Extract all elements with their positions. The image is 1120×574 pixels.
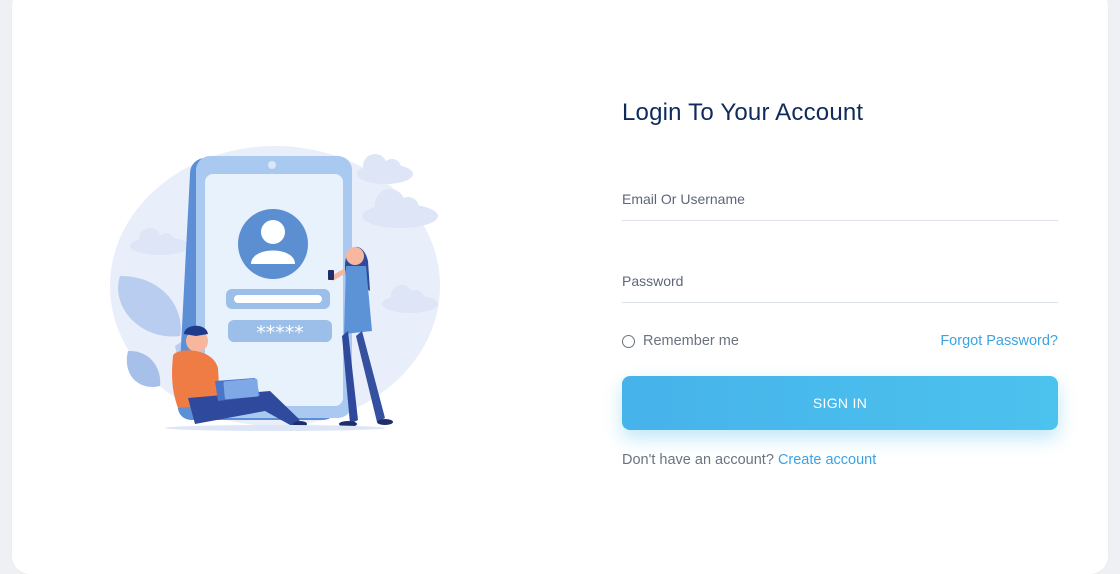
login-form: Login To Your Account Remember me Forgot…: [622, 96, 1058, 468]
remember-me[interactable]: Remember me: [622, 333, 739, 349]
remember-me-radio[interactable]: [622, 334, 635, 348]
password-field-wrapper: [622, 266, 1058, 303]
options-row: Remember me Forgot Password?: [622, 331, 1058, 351]
password-mask: *****: [256, 322, 304, 344]
email-field-wrapper: [622, 184, 1058, 221]
email-field[interactable]: [622, 184, 1058, 214]
sign-in-button[interactable]: SIGN IN: [622, 376, 1058, 430]
create-account-link[interactable]: Create account: [778, 452, 876, 468]
forgot-password-link[interactable]: Forgot Password?: [940, 333, 1058, 349]
no-account-text: Don't have an account?: [622, 452, 774, 468]
remember-me-label: Remember me: [643, 333, 739, 349]
signup-prompt: Don't have an account? Create account: [622, 452, 1058, 468]
login-illustration: *****: [110, 146, 440, 431]
page-title: Login To Your Account: [622, 99, 864, 126]
password-field[interactable]: [622, 266, 1058, 296]
